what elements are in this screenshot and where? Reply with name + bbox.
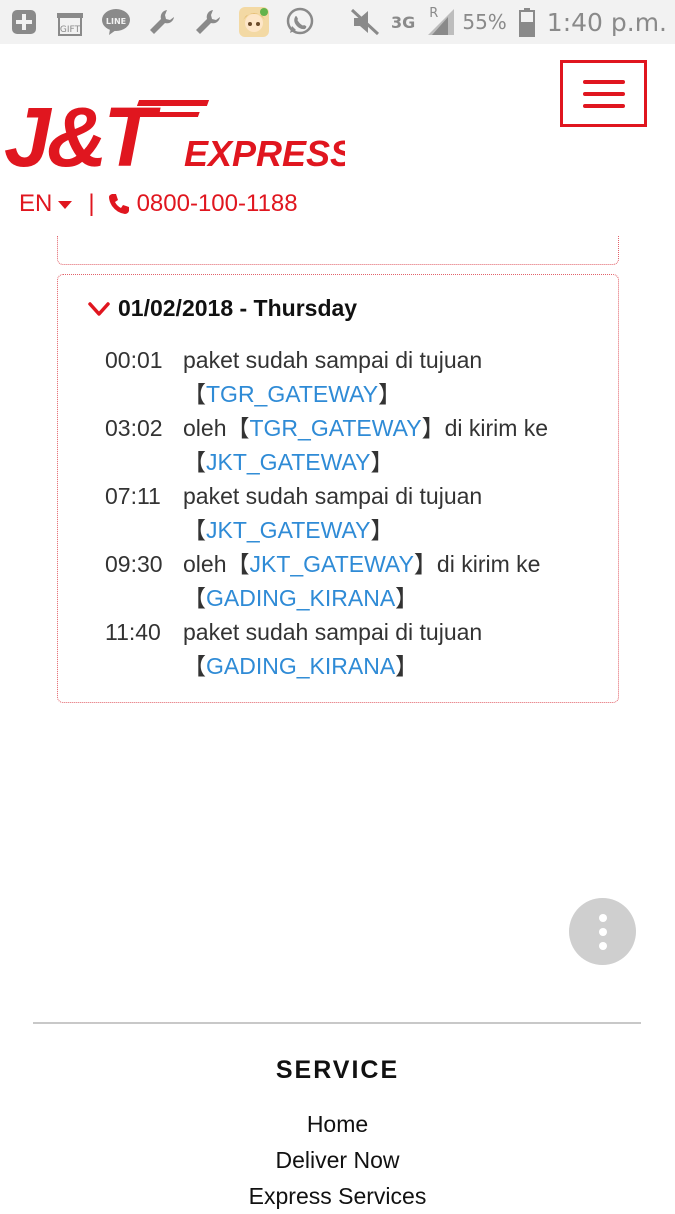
event-time: 00:01 <box>105 347 163 373</box>
phone-icon <box>108 194 129 214</box>
caret-down-icon <box>58 201 73 209</box>
more-vert-icon <box>598 913 607 922</box>
line-icon: LINE <box>100 6 132 38</box>
gift-icon: GIFT <box>54 6 86 38</box>
event-time: 11:40 <box>105 619 161 645</box>
event-description: oleh【JKT_GATEWAY】di kirim ke【GADING_KIRA… <box>183 551 541 611</box>
chevron-down-icon <box>88 301 110 316</box>
day-header[interactable]: 01/02/2018 - Thursday <box>88 295 357 322</box>
hamburger-bar <box>582 103 625 108</box>
svg-text:LINE: LINE <box>106 17 126 26</box>
location-link[interactable]: GADING_KIRANA <box>206 653 395 679</box>
location-link[interactable]: JKT_GATEWAY <box>206 449 370 475</box>
jt-express-logo[interactable]: J&T EXPRESS <box>0 70 345 190</box>
footer-divider <box>33 1022 641 1024</box>
location-link[interactable]: TGR_GATEWAY <box>206 381 378 407</box>
signal-icon <box>425 6 457 38</box>
footer-link-express-services[interactable]: Express Services <box>0 1178 675 1214</box>
network-type: 3G <box>391 12 416 32</box>
notification-icons: GIFT LINE <box>8 6 316 38</box>
contact-bar: EN | 0800-100-1188 <box>19 186 298 222</box>
wrench-icon <box>192 6 224 38</box>
clock: 1:40 p.m. <box>546 7 667 37</box>
event-description: paket sudah sampai di tujuan【TGR_GATEWAY… <box>183 347 483 407</box>
tracking-event: 09:30 oleh【JKT_GATEWAY】di kirim ke【GADIN… <box>105 547 585 615</box>
event-time: 07:11 <box>105 483 161 509</box>
footer-link-home[interactable]: Home <box>0 1106 675 1142</box>
hamburger-bar <box>582 91 625 96</box>
mute-icon <box>349 6 381 38</box>
location-link[interactable]: JKT_GATEWAY <box>206 517 370 543</box>
location-link[interactable]: JKT_GATEWAY <box>249 551 413 577</box>
tracking-event: 11:40 paket sudah sampai di tujuan【GADIN… <box>105 615 585 683</box>
location-link[interactable]: GADING_KIRANA <box>206 585 395 611</box>
add-icon <box>8 6 40 38</box>
tracking-event: 00:01 paket sudah sampai di tujuan【TGR_G… <box>105 343 585 411</box>
event-time: 03:02 <box>105 415 163 441</box>
event-description: paket sudah sampai di tujuan【JKT_GATEWAY… <box>183 483 483 543</box>
battery-percent: 55% <box>462 10 507 34</box>
site-header: J&T EXPRESS EN | 0800-100-1188 <box>0 44 675 244</box>
hamburger-menu-button[interactable] <box>560 60 647 127</box>
more-options-button[interactable] <box>569 898 636 965</box>
svg-text:GIFT: GIFT <box>60 25 81 35</box>
battery-icon <box>517 6 537 38</box>
language-selector[interactable]: EN <box>19 190 73 218</box>
phone-number: 0800-100-1188 <box>136 190 298 217</box>
more-vert-icon <box>598 927 607 936</box>
day-title: 01/02/2018 - Thursday <box>118 295 358 321</box>
language-label: EN <box>19 190 53 217</box>
tracking-event: 07:11 paket sudah sampai di tujuan【JKT_G… <box>105 479 585 547</box>
footer-link-deliver-now[interactable]: Deliver Now <box>0 1142 675 1178</box>
location-link[interactable]: TGR_GATEWAY <box>249 415 421 441</box>
footer-section-title: SERVICE <box>275 1056 400 1084</box>
wrench-icon <box>146 6 178 38</box>
previous-day-card <box>57 236 619 265</box>
system-status: 3G R 55% 1:40 p.m. <box>349 6 667 38</box>
tracking-day-card: 01/02/2018 - Thursday 00:01 paket sudah … <box>57 274 619 703</box>
svg-text:EXPRESS: EXPRESS <box>184 133 345 174</box>
event-time: 09:30 <box>105 551 163 577</box>
tracking-events: 00:01 paket sudah sampai di tujuan【TGR_G… <box>105 343 585 683</box>
footer-links: Home Deliver Now Express Services <box>0 1106 675 1214</box>
phone-link[interactable]: 0800-100-1188 <box>107 190 298 218</box>
game-avatar-icon <box>238 6 270 38</box>
event-description: paket sudah sampai di tujuan【GADING_KIRA… <box>183 619 483 679</box>
more-vert-icon <box>598 941 607 950</box>
whatsapp-icon <box>284 6 316 38</box>
separator: | <box>88 190 95 217</box>
event-description: oleh【TGR_GATEWAY】di kirim ke【JKT_GATEWAY… <box>183 415 549 475</box>
tracking-event: 03:02 oleh【TGR_GATEWAY】di kirim ke【JKT_G… <box>105 411 585 479</box>
hamburger-bar <box>582 79 625 84</box>
status-bar: GIFT LINE 3G R 55% 1:40 p.m. <box>0 0 675 44</box>
